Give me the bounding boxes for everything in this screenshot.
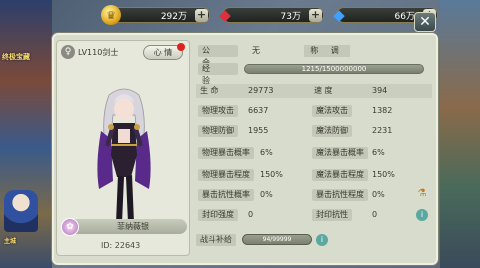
stat-row: 物理防御 1955 魔法防御 2231 (196, 124, 432, 138)
stat-label: 封印强度 (198, 209, 238, 221)
stat-value: 6% (372, 148, 385, 157)
close-button[interactable]: ✕ (414, 12, 436, 32)
mood-button[interactable]: 心 情 (143, 43, 185, 60)
stat-label: 魔法暴击概率 (312, 147, 368, 159)
hero-name: 菲纳薇银 (117, 222, 149, 231)
mood-button-label: 心 情 (153, 48, 173, 57)
stat-value: 2231 (372, 126, 393, 135)
stat-value: 150% (372, 170, 395, 179)
hero-level: LV110剑士 (78, 47, 119, 57)
stats-table: 生 命 29773 速 度 394 物理攻击 6637 魔法攻击 1382 物理… (196, 84, 432, 226)
stat-label: 物理暴击概率 (198, 147, 254, 159)
class-emblem-icon: ✿ (61, 217, 79, 236)
stat-label: 封印抗性 (312, 209, 352, 221)
stat-label: 暴击抗性概率 (198, 189, 254, 201)
gender-icon: ♀ (61, 45, 75, 59)
gold-value: 292万 (160, 11, 187, 22)
stat-label: 暴击抗性程度 (312, 189, 368, 201)
stat-value: 394 (372, 86, 388, 95)
resource-bar: ♛ 292万 + ◆ 73万 + ◆ 66万 + (101, 5, 438, 25)
hero-header: ♀ LV110剑士 (61, 45, 118, 59)
diamond-icon: ◆ (333, 6, 345, 24)
gold-resource: ♛ 292万 + (101, 5, 210, 25)
stat-label: 魔法防御 (312, 125, 352, 137)
stat-label: 物理攻击 (198, 105, 238, 117)
stat-row: 生 命 29773 速 度 394 (196, 84, 432, 98)
stat-row: 物理暴击程度 150% 魔法暴击程度 150% (196, 168, 432, 182)
hero-id: ID: 22643 (101, 241, 141, 250)
stat-value: 1382 (372, 106, 393, 115)
stat-label: 物理暴击程度 (198, 169, 254, 181)
title-button[interactable]: 称 调 (304, 45, 350, 57)
stat-value: 0 (248, 210, 254, 219)
stat-label: 物理防御 (198, 125, 238, 137)
potion-icon[interactable]: ⚗ (416, 188, 428, 200)
stat-label: 魔法暴击程度 (312, 169, 368, 181)
exp-progress-bar: 1215/1500000000 (244, 64, 424, 74)
hero-name-plate: ✿ 菲纳薇银 (61, 217, 187, 236)
hero-portrait (97, 88, 151, 227)
stat-value: 29773 (248, 86, 274, 95)
background-character (4, 190, 38, 232)
stat-value: 6% (260, 148, 273, 157)
supply-info-icon[interactable]: i (316, 234, 328, 246)
background-scenery-right (440, 0, 480, 268)
ruby-value: 73万 (280, 11, 301, 22)
stat-value: 0% (372, 190, 385, 199)
ruby-icon: ◆ (219, 6, 231, 24)
info-icon[interactable]: i (416, 209, 428, 221)
stat-label: 生 命 (200, 86, 219, 95)
supply-label: 战斗补给 (196, 234, 236, 246)
stat-row: 物理攻击 6637 魔法攻击 1382 (196, 104, 432, 118)
stat-value: 6637 (248, 106, 269, 115)
background-building-label: 终极宝藏 (2, 53, 30, 61)
add-gold-button[interactable]: + (195, 9, 208, 22)
gold-coin-icon: ♛ (101, 5, 121, 25)
exp-label: 经 验 (198, 63, 238, 85)
stat-value: 0% (260, 190, 273, 199)
stat-label: 魔法攻击 (312, 105, 352, 117)
stat-value: 1955 (248, 126, 269, 135)
add-ruby-button[interactable]: + (309, 9, 322, 22)
ruby-resource: ◆ 73万 + (219, 6, 324, 24)
stat-row: 暴击抗性概率 0% 暴击抗性程度 0% ⚗ (196, 188, 432, 202)
supply-progress-bar: 94/99999 (242, 234, 312, 245)
stat-row: 封印强度 0 封印抗性 0 i (196, 208, 432, 222)
guild-label: 公 会 (198, 45, 238, 67)
guild-value: 无 (252, 46, 260, 55)
hero-card: ♀ LV110剑士 心 情 ✿ 菲纳薇银 ID: 22643 (56, 40, 190, 256)
stat-row: 物理暴击概率 6% 魔法暴击概率 6% (196, 146, 432, 160)
battle-supply: 战斗补给 94/99999 i (196, 234, 346, 246)
stat-label: 速 度 (314, 86, 333, 95)
stat-value: 0 (372, 210, 378, 219)
background-city-label: 主城 (4, 238, 17, 245)
notification-dot (177, 43, 185, 51)
stat-value: 150% (260, 170, 283, 179)
